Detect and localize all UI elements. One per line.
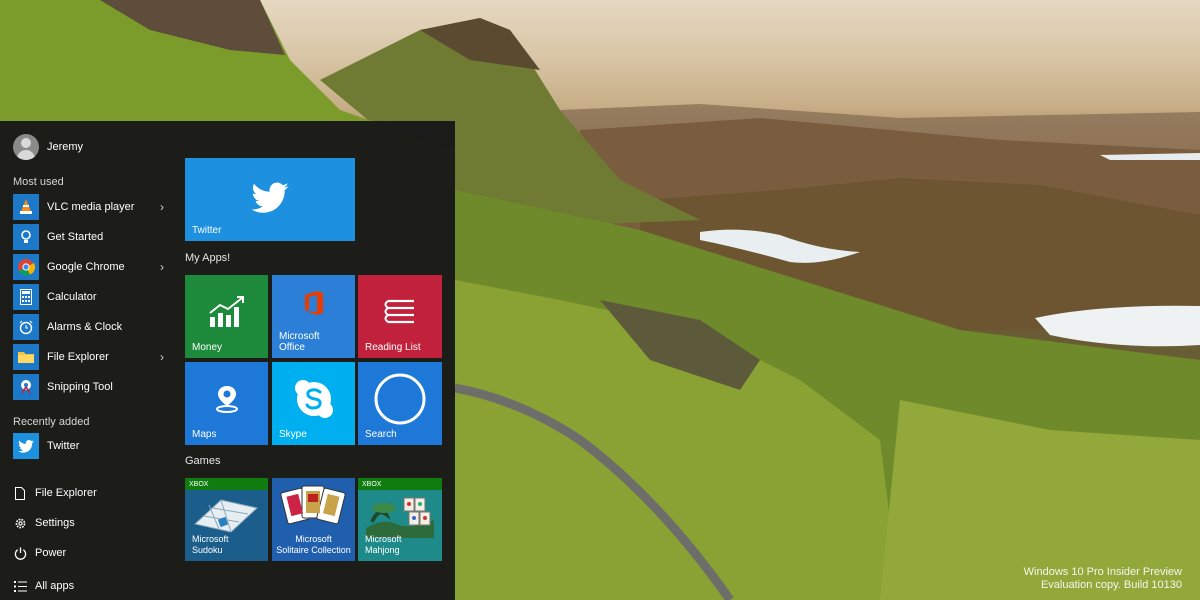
start-left-pane: Jeremy Most used VLC media player › Get … [0,121,172,600]
skype-tile[interactable]: Skype [272,362,355,445]
windows-watermark: Windows 10 Pro Insider Preview Evaluatio… [1024,566,1182,592]
office-label-line-2: Office [279,342,305,353]
app-item-chrome[interactable]: Google Chrome › [13,254,168,280]
list-icon [13,579,27,593]
chevron-right-icon[interactable]: › [160,200,164,214]
maps-tile-label: Maps [192,429,217,440]
solitaire-label-line-2: Solitaire Collection [276,545,351,555]
twitter-icon [13,433,39,459]
all-apps-link[interactable]: All apps [13,576,74,596]
alarm-clock-icon [13,314,39,340]
app-label-snipping-tool: Snipping Tool [47,381,113,393]
app-label-twitter: Twitter [47,440,80,452]
most-used-heading: Most used [13,176,64,188]
calculator-icon [13,284,39,310]
watermark-line-2: Evaluation copy. Build 10130 [1040,579,1182,591]
mahjong-tile[interactable]: XBOX Microsoft Mahjong [358,478,442,561]
search-tile-label: Search [365,429,397,440]
user-name: Jeremy [47,141,84,153]
twitter-tile-label: Twitter [192,225,222,236]
chevron-right-icon[interactable]: › [160,260,164,274]
gear-icon [13,516,27,530]
power-label: Power [35,547,67,559]
twitter-tile[interactable]: Twitter [185,158,355,241]
playing-cards-icon [280,485,346,525]
mahjong-label-line-1: Microsoft [365,534,402,544]
snipping-tool-icon [13,374,39,400]
power-button[interactable]: Power [13,543,66,563]
mahjong-tile-label: Microsoft Mahjong [365,534,402,556]
settings-link[interactable]: Settings [13,513,75,533]
office-label-line-1: Microsoft [279,331,320,342]
solitaire-tile[interactable]: Microsoft Solitaire Collection [272,478,355,561]
get-started-icon [13,224,39,250]
watermark-line-1: Windows 10 Pro Insider Preview [1023,566,1182,578]
folder-icon [13,344,39,370]
cortana-icon [374,373,426,425]
app-item-get-started[interactable]: Get Started [13,224,168,250]
reading-list-tile[interactable]: Reading List [358,275,442,358]
sudoku-tile[interactable]: XBOX Microsoft Sudoku [185,478,268,561]
file-explorer-link[interactable]: File Explorer [13,483,97,503]
mahjong-tiles-icon [366,497,434,538]
app-item-snipping-tool[interactable]: Snipping Tool [13,374,168,400]
solitaire-label-line-1: Microsoft [295,534,332,544]
map-pin-icon [215,385,238,413]
sudoku-label-line-2: Sudoku [192,545,223,555]
money-tile-label: Money [192,342,223,353]
app-label-alarms-clock: Alarms & Clock [47,321,123,333]
recently-added-heading: Recently added [13,416,90,428]
office-tile[interactable]: Microsoft Office [272,275,355,358]
maps-tile[interactable]: Maps [185,362,268,445]
xbox-badge: XBOX [185,478,268,490]
reading-list-tile-label: Reading List [365,342,421,353]
file-icon [13,486,27,500]
chrome-icon [13,254,39,280]
mahjong-label-line-2: Mahjong [365,545,400,555]
group-title-my-apps: My Apps! [185,252,231,264]
xbox-badge: XBOX [358,478,442,490]
power-icon [13,546,27,560]
app-label-file-explorer: File Explorer [47,351,109,363]
app-item-vlc[interactable]: VLC media player › [13,194,168,220]
chart-icon [208,295,244,327]
settings-label: Settings [35,517,75,529]
search-tile[interactable]: Search [358,362,442,445]
app-item-file-explorer[interactable]: File Explorer › [13,344,168,370]
sudoku-label-line-1: Microsoft [192,534,229,544]
all-apps-label: All apps [35,580,75,592]
sudoku-grid-icon [193,499,259,533]
reading-list-icon [384,299,414,323]
solitaire-tile-label: Microsoft Solitaire Collection [272,534,355,556]
xbox-badge-text: XBOX [189,480,209,488]
xbox-badge-text: XBOX [362,480,382,488]
app-label-get-started: Get Started [47,231,104,243]
app-item-calculator[interactable]: Calculator [13,284,168,310]
file-explorer-label: File Explorer [35,487,97,499]
skype-tile-label: Skype [279,429,307,440]
sudoku-tile-label: Microsoft Sudoku [192,534,229,556]
app-label-vlc: VLC media player [47,201,135,213]
money-tile[interactable]: Money [185,275,268,358]
vlc-icon [13,194,39,220]
user-account[interactable]: Jeremy [13,134,83,160]
office-tile-label: Microsoft Office [279,331,320,353]
app-label-calculator: Calculator [47,291,97,303]
app-item-alarms-clock[interactable]: Alarms & Clock [13,314,168,340]
app-label-chrome: Google Chrome [47,261,125,273]
avatar [13,134,39,160]
skype-icon [294,379,333,418]
start-menu: Jeremy Most used VLC media player › Get … [0,121,455,600]
chevron-right-icon[interactable]: › [160,350,164,364]
office-icon [304,291,323,316]
group-title-games: Games [185,455,221,467]
app-item-twitter[interactable]: Twitter [13,433,168,459]
twitter-icon [251,182,289,213]
